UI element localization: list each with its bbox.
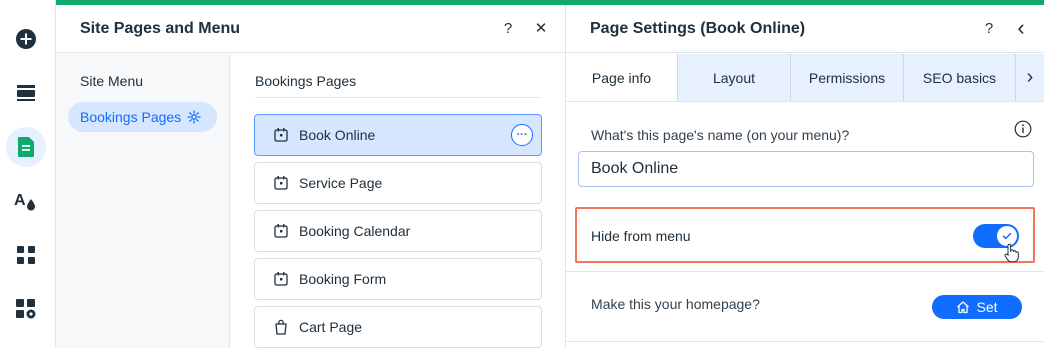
divider <box>566 341 1044 342</box>
divider <box>255 97 541 98</box>
close-button[interactable]: ✕ <box>530 17 552 39</box>
pages-icon <box>18 137 34 157</box>
bookings-pages-label: Bookings Pages <box>80 109 182 125</box>
calendar-icon <box>273 223 289 239</box>
help-button[interactable]: ? <box>497 17 519 39</box>
back-button[interactable]: ‹ <box>1010 15 1032 40</box>
shopping-bag-icon <box>273 319 289 335</box>
set-button-label: Set <box>976 299 998 315</box>
business-apps-icon <box>16 299 36 319</box>
calendar-icon <box>273 271 289 287</box>
hide-from-menu-row: Hide from menu <box>575 207 1035 263</box>
tab-page-info[interactable]: Page info <box>566 54 678 101</box>
site-pages-panel: Site Pages and Menu ? ✕ Site Menu Bookin… <box>56 5 566 348</box>
tab-permissions[interactable]: Permissions <box>791 54 904 101</box>
site-design-button[interactable]: A <box>6 181 46 221</box>
page-name-label: What's this page's name (on your menu)? <box>591 127 850 143</box>
add-elements-button[interactable] <box>6 19 46 59</box>
page-settings-panel: Page Settings (Book Online) ? ‹ Page inf… <box>566 5 1044 348</box>
add-icon <box>16 29 36 49</box>
page-item-booking-calendar[interactable]: Booking Calendar <box>254 210 542 252</box>
page-label: Cart Page <box>299 319 363 335</box>
tab-layout[interactable]: Layout <box>678 54 791 101</box>
page-label: Service Page <box>299 175 383 191</box>
page-name-input[interactable] <box>578 151 1034 187</box>
page-label: Book Online <box>299 127 376 143</box>
homepage-label: Make this your homepage? <box>591 296 760 312</box>
left-toolbar: A <box>0 0 56 348</box>
site-pages-header: Site Pages and Menu ? ✕ <box>56 5 565 53</box>
home-icon <box>956 300 970 314</box>
set-homepage-button[interactable]: Set <box>932 295 1022 319</box>
checkmark-icon <box>1002 232 1012 240</box>
settings-tabs: Page info Layout Permissions SEO basics … <box>566 54 1044 102</box>
pages-list-title: Bookings Pages <box>255 73 357 89</box>
add-apps-button[interactable] <box>6 235 46 275</box>
page-item-book-online[interactable]: Book Online ··· <box>254 114 542 156</box>
page-item-service-page[interactable]: Service Page <box>254 162 542 204</box>
calendar-icon <box>273 175 289 191</box>
page-item-booking-form[interactable]: Booking Form <box>254 258 542 300</box>
site-menu-column: Site Menu Bookings Pages <box>56 54 230 348</box>
page-label: Booking Calendar <box>299 223 411 239</box>
design-icon: A <box>14 192 35 211</box>
page-item-cart-page[interactable]: Cart Page <box>254 306 542 348</box>
pages-menu-button[interactable] <box>6 127 46 167</box>
tab-seo-basics[interactable]: SEO basics <box>904 54 1016 101</box>
divider <box>566 271 1044 272</box>
hand-cursor-icon <box>1004 243 1019 263</box>
more-actions-button[interactable]: ··· <box>511 124 533 146</box>
sections-button[interactable] <box>6 73 46 113</box>
page-settings-header: Page Settings (Book Online) ? ‹ <box>566 5 1044 53</box>
site-menu-label: Site Menu <box>80 73 144 89</box>
panel-title: Page Settings (Book Online) <box>590 20 806 37</box>
pages-list-column: Bookings Pages Book Online ··· Service P… <box>231 54 565 348</box>
calendar-icon <box>273 127 289 143</box>
panel-title: Site Pages and Menu <box>80 20 241 37</box>
gear-icon[interactable] <box>187 110 201 124</box>
sections-icon <box>17 85 35 101</box>
svg-text:A: A <box>14 192 26 209</box>
info-icon[interactable] <box>1014 120 1032 138</box>
hide-from-menu-label: Hide from menu <box>591 228 691 244</box>
bookings-pages-group[interactable]: Bookings Pages <box>68 102 217 132</box>
tabs-scroll-right-button[interactable]: › <box>1016 54 1044 101</box>
page-label: Booking Form <box>299 271 387 287</box>
help-button[interactable]: ? <box>978 17 1000 39</box>
apps-icon <box>17 246 35 264</box>
business-apps-button[interactable] <box>6 289 46 329</box>
